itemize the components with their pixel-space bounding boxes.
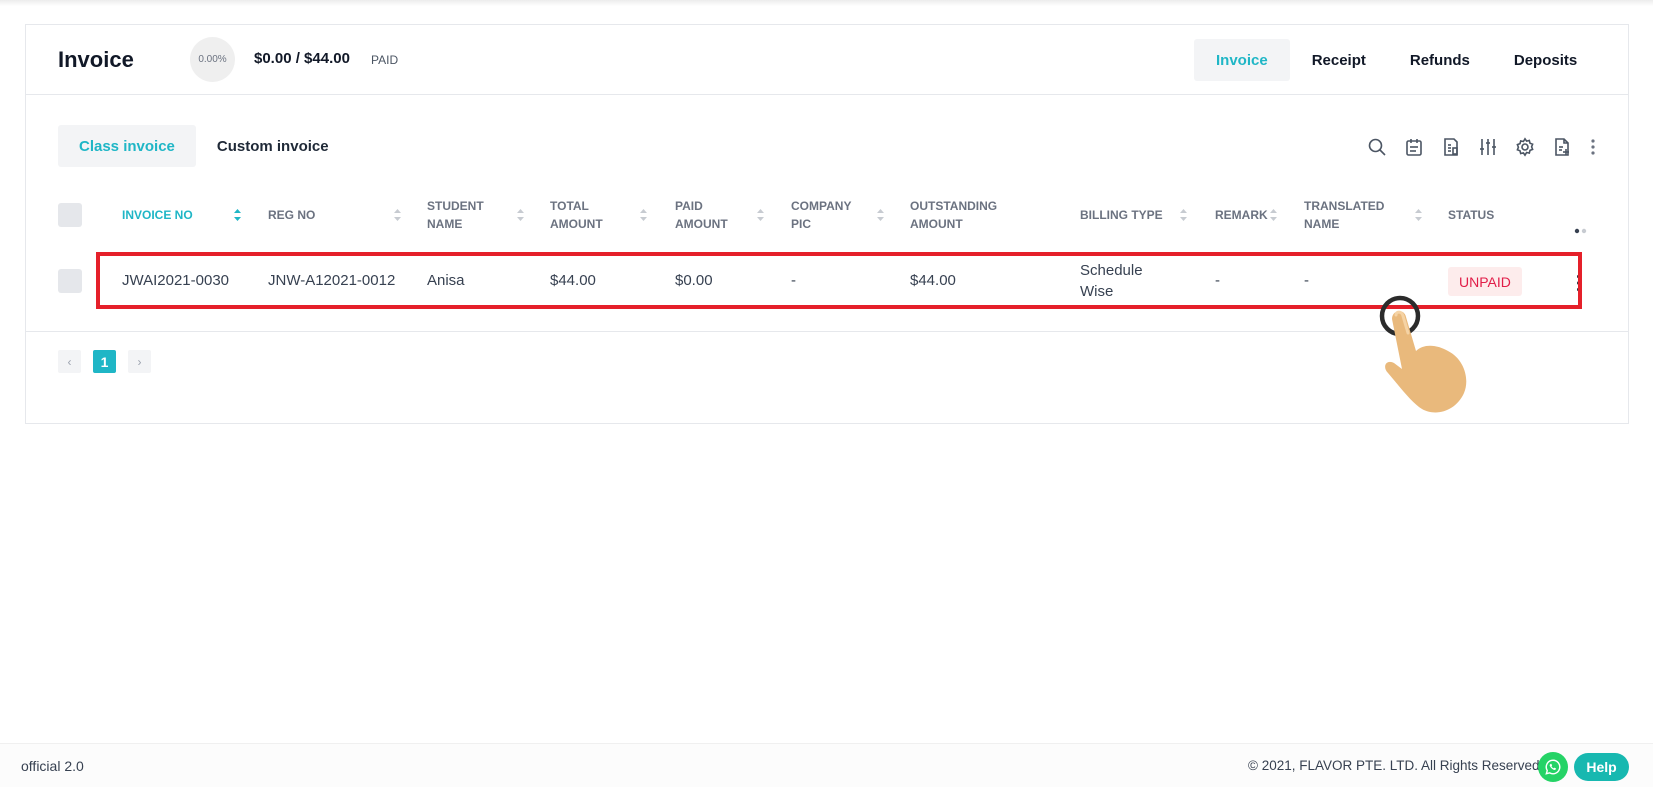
tab-deposits[interactable]: Deposits	[1492, 39, 1599, 81]
row-highlight-box	[96, 252, 1582, 309]
whatsapp-icon[interactable]	[1538, 752, 1568, 782]
sort-icon[interactable]	[1269, 208, 1278, 222]
sort-icon[interactable]	[1414, 208, 1423, 222]
column-header-company-pic[interactable]: COMPANY PIC	[791, 197, 861, 233]
table-toolbar	[1366, 136, 1598, 158]
column-picker-dots-icon[interactable]	[1573, 221, 1589, 234]
sort-icon[interactable]	[876, 208, 885, 222]
pointing-hand-icon	[1366, 293, 1486, 423]
card-header: Invoice 0.00% $0.00 / $44.00 PAID Invoic…	[26, 25, 1628, 95]
column-header-paid-amount[interactable]: PAID AMOUNT	[675, 197, 745, 233]
sort-icon[interactable]	[393, 208, 402, 222]
more-vertical-icon[interactable]	[1588, 136, 1598, 158]
pagination-prev-button[interactable]: ‹	[58, 350, 81, 373]
gear-icon[interactable]	[1514, 136, 1536, 158]
filter-sliders-icon[interactable]	[1477, 136, 1499, 158]
column-header-status: STATUS	[1448, 208, 1495, 222]
sort-icon[interactable]	[639, 208, 648, 222]
invoice-type-tabs: Class invoice Custom invoice	[58, 125, 350, 167]
pagination: ‹ 1 ›	[58, 350, 163, 373]
row-checkbox[interactable]	[58, 269, 82, 293]
pagination-next-button[interactable]: ›	[128, 350, 151, 373]
tab-class-invoice[interactable]: Class invoice	[58, 125, 196, 167]
footer-copyright: © 2021, FLAVOR PTE. LTD. All Rights Rese…	[1248, 758, 1544, 773]
sort-active-icon[interactable]	[233, 208, 242, 222]
top-tabs: Invoice Receipt Refunds Deposits	[1194, 39, 1599, 81]
export-document-icon[interactable]	[1551, 136, 1573, 158]
column-header-translated-name[interactable]: TRANSLATED NAME	[1304, 197, 1394, 233]
column-header-student-name[interactable]: STUDENT NAME	[427, 197, 497, 233]
column-header-reg-no[interactable]: REG NO	[268, 206, 315, 224]
column-header-invoice-no[interactable]: INVOICE NO	[122, 206, 193, 224]
help-button[interactable]: Help	[1574, 753, 1629, 781]
tab-custom-invoice[interactable]: Custom invoice	[196, 125, 350, 167]
paid-percent-circle: 0.00%	[190, 37, 235, 82]
footer: official 2.0 © 2021, FLAVOR PTE. LTD. Al…	[0, 743, 1653, 787]
sort-icon[interactable]	[756, 208, 765, 222]
paid-label: PAID	[371, 53, 399, 67]
sort-icon[interactable]	[1179, 208, 1188, 222]
tab-refunds[interactable]: Refunds	[1388, 39, 1492, 81]
column-header-total-amount[interactable]: TOTAL AMOUNT	[550, 197, 620, 233]
column-header-remark[interactable]: REMARK	[1215, 206, 1268, 224]
report-icon[interactable]	[1440, 136, 1462, 158]
paid-summary: $0.00 / $44.00	[254, 50, 350, 67]
column-header-outstanding-amount: OUTSTANDING AMOUNT	[910, 199, 998, 231]
sort-icon[interactable]	[516, 208, 525, 222]
tab-receipt[interactable]: Receipt	[1290, 39, 1388, 81]
tab-invoice[interactable]: Invoice	[1194, 39, 1290, 81]
calendar-icon[interactable]	[1403, 136, 1425, 158]
page-title: Invoice	[58, 47, 134, 72]
invoice-card: Invoice 0.00% $0.00 / $44.00 PAID Invoic…	[25, 24, 1629, 424]
pagination-page-1[interactable]: 1	[93, 350, 116, 373]
select-all-checkbox[interactable]	[58, 203, 82, 227]
column-header-billing-type[interactable]: BILLING TYPE	[1080, 206, 1163, 224]
footer-version: official 2.0	[21, 758, 84, 774]
search-icon[interactable]	[1366, 136, 1388, 158]
top-shadow	[0, 0, 1653, 6]
